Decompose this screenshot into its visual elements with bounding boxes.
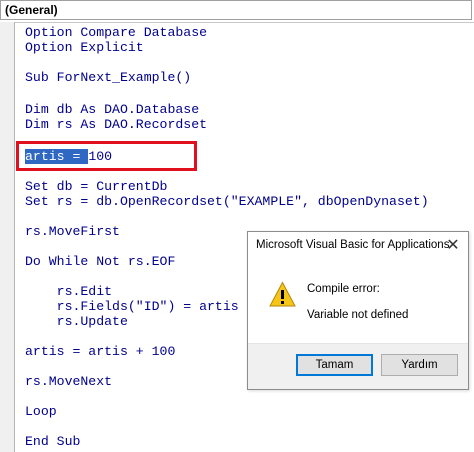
code-line[interactable]: rs.Update: [25, 314, 128, 329]
code-line[interactable]: rs.Edit: [25, 284, 112, 299]
ok-button[interactable]: Tamam: [296, 354, 373, 376]
code-line[interactable]: Sub ForNext_Example(): [25, 70, 191, 85]
code-line[interactable]: rs.MoveNext: [25, 374, 112, 389]
close-icon[interactable]: ✕: [446, 235, 460, 255]
dialog-title: Microsoft Visual Basic for Applications: [256, 239, 450, 251]
code-line[interactable]: Dim db As DAO.Database: [25, 102, 199, 117]
code-line[interactable]: artis = artis + 100: [25, 344, 175, 359]
code-line[interactable]: Set db = CurrentDb: [25, 179, 167, 194]
dialog-footer: Tamam Yardım: [248, 343, 468, 389]
code-line[interactable]: rs.Fields("ID") = artis: [25, 299, 239, 314]
code-line[interactable]: Option Compare Database: [25, 25, 207, 40]
code-line[interactable]: Dim rs As DAO.Recordset: [25, 117, 207, 132]
compile-error-dialog: Microsoft Visual Basic for Applications …: [247, 231, 469, 390]
code-line[interactable]: Option Explicit: [25, 40, 144, 55]
error-heading: Compile error:: [307, 283, 380, 295]
highlight-annotation-box: [16, 141, 197, 171]
code-line[interactable]: Loop: [25, 404, 57, 419]
code-line[interactable]: End Sub: [25, 434, 80, 449]
warning-icon: [269, 281, 296, 307]
error-message: Variable not defined: [307, 309, 409, 321]
code-line[interactable]: rs.MoveFirst: [25, 224, 120, 239]
editor-toolbar: (General): [0, 0, 474, 23]
object-dropdown[interactable]: (General): [0, 0, 472, 20]
help-button[interactable]: Yardım: [381, 354, 458, 376]
code-line[interactable]: Set rs = db.OpenRecordset("EXAMPLE", dbO…: [25, 194, 429, 209]
code-line[interactable]: Do While Not rs.EOF: [25, 254, 175, 269]
margin-indicator-bar[interactable]: [0, 22, 15, 452]
